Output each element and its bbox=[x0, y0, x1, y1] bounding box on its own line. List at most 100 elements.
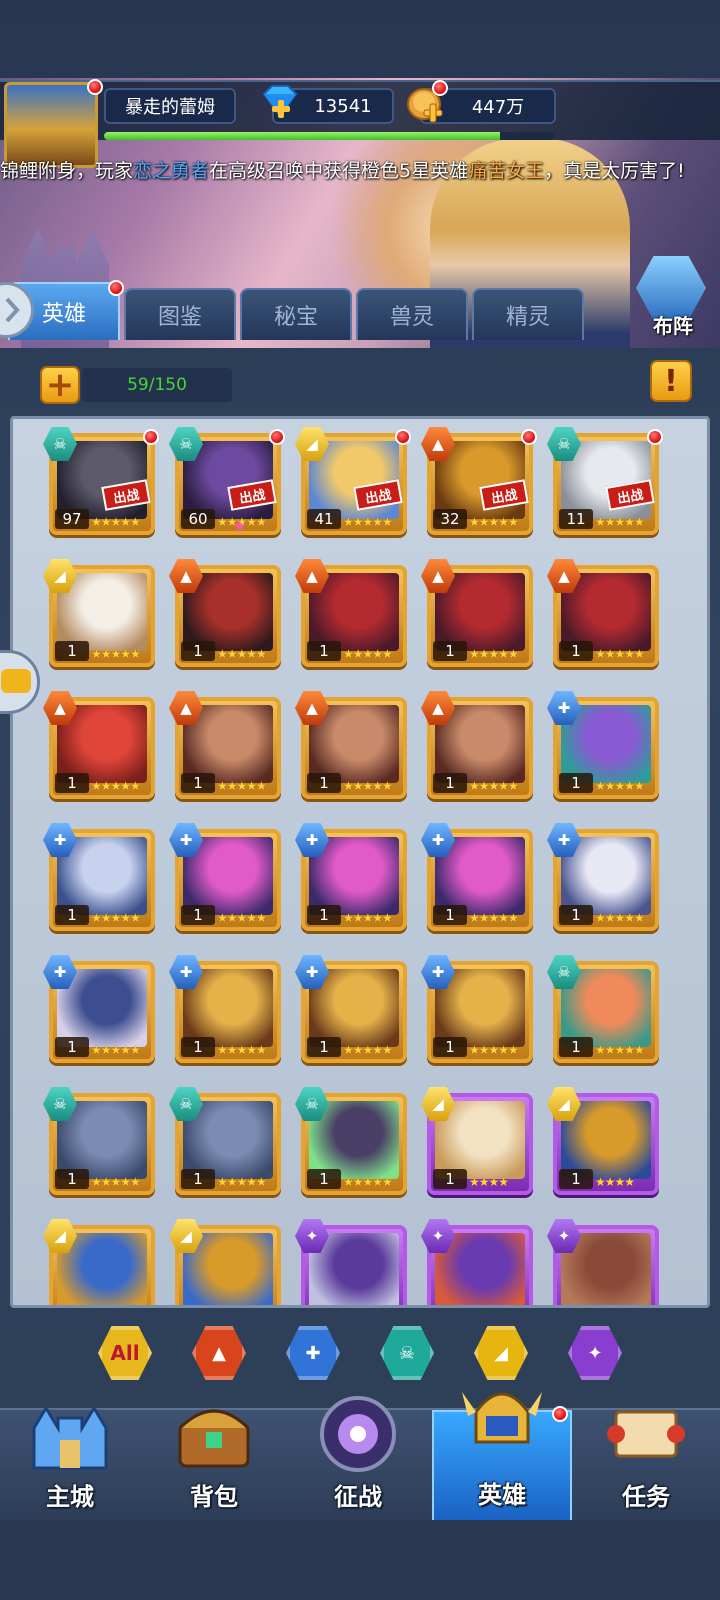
hero-card[interactable]: ☠ 1 ★★★★★ bbox=[43, 1087, 155, 1195]
lineup-label: 布阵 bbox=[653, 314, 693, 338]
hero-card[interactable]: ◢ 1 ★★★★ bbox=[547, 1087, 659, 1195]
tab-beast-spirit[interactable]: 兽灵 bbox=[356, 288, 468, 340]
hero-stars: ★★★★★ bbox=[343, 515, 393, 529]
hero-card[interactable]: ▲ 1 ★★★★★ bbox=[43, 691, 155, 799]
nav-tasks[interactable]: 任务 bbox=[576, 1410, 716, 1522]
filter-undead-button[interactable]: ☠ bbox=[380, 1326, 434, 1380]
hero-stars: ★★★★★ bbox=[217, 1175, 267, 1189]
portal-icon bbox=[320, 1396, 396, 1472]
ticker-player-name: 恋之勇者 bbox=[133, 160, 210, 182]
hero-stars: ★★★★★ bbox=[595, 647, 645, 661]
filter-dark-button[interactable]: ✦ bbox=[568, 1326, 622, 1380]
hero-stars: ★★★★★ bbox=[469, 779, 519, 793]
hero-card[interactable]: ☠ 11 ★★★★★ 出战 bbox=[547, 427, 663, 535]
hero-card[interactable]: ▲ 1 ★★★★★ bbox=[295, 691, 407, 799]
helmet-icon bbox=[462, 1392, 542, 1444]
tab-notification-dot bbox=[108, 280, 124, 296]
hero-card[interactable]: ☠ 60 ★★★★★ 出战 ★ bbox=[169, 427, 285, 535]
nav-heroes-label: 英雄 bbox=[478, 1481, 526, 1509]
hero-level: 1 bbox=[433, 773, 467, 793]
scroll-icon bbox=[607, 1410, 685, 1458]
hero-card[interactable]: ☠ 1 ★★★★★ bbox=[295, 1087, 407, 1195]
side-expand-button[interactable] bbox=[0, 282, 34, 338]
hero-card[interactable]: ▲ 32 ★★★★★ 出战 bbox=[421, 427, 537, 535]
hero-level: 1 bbox=[307, 641, 341, 661]
hero-card[interactable]: ◢ bbox=[43, 1219, 155, 1305]
hero-card[interactable]: ▲ 1 ★★★★★ bbox=[421, 691, 533, 799]
hero-level: 1 bbox=[307, 773, 341, 793]
hero-card[interactable]: ▲ 1 ★★★★★ bbox=[295, 559, 407, 667]
nav-backpack[interactable]: 背包 bbox=[144, 1409, 284, 1522]
ticker-text-3: ，真是太厉害了! bbox=[544, 160, 685, 182]
hero-notification-dot bbox=[269, 429, 285, 445]
hero-level: 1 bbox=[55, 905, 89, 925]
hero-card[interactable]: ◢ bbox=[169, 1219, 281, 1305]
hero-card[interactable]: ✚ 1 ★★★★★ bbox=[421, 955, 533, 1063]
hero-tabs: 英雄 图鉴 秘宝 兽灵 精灵 bbox=[0, 280, 720, 342]
hero-card[interactable]: ▲ 1 ★★★★★ bbox=[169, 559, 281, 667]
hero-level: 1 bbox=[181, 773, 215, 793]
hero-card[interactable]: ✦ bbox=[295, 1219, 407, 1305]
hero-level: 1 bbox=[433, 1169, 467, 1189]
tab-treasure[interactable]: 秘宝 bbox=[240, 288, 352, 340]
lineup-button[interactable]: 布阵 bbox=[628, 256, 718, 340]
nav-tasks-label: 任务 bbox=[622, 1483, 670, 1511]
diamond-plus-icon[interactable] bbox=[258, 80, 302, 124]
nav-campaign[interactable]: 征战 bbox=[288, 1396, 428, 1522]
hero-card[interactable]: ☠ 1 ★★★★★ bbox=[547, 955, 659, 1063]
tab-beast-spirit-label: 兽灵 bbox=[389, 305, 434, 330]
hero-notification-dot bbox=[521, 429, 537, 445]
ticker-text-2: 在高级召唤中获得橙色5星英雄 bbox=[209, 160, 469, 182]
hero-stars: ★★★★★ bbox=[469, 515, 519, 529]
nav-main-city[interactable]: 主城 bbox=[0, 1405, 140, 1522]
nav-heroes-notification-dot bbox=[552, 1406, 568, 1422]
hero-level: 1 bbox=[433, 1037, 467, 1057]
player-name[interactable]: 暴走的蕾姆 bbox=[104, 88, 236, 124]
hero-card[interactable]: ◢ 41 ★★★★★ 出战 bbox=[295, 427, 411, 535]
nav-heroes[interactable]: 英雄 bbox=[432, 1392, 572, 1522]
filter-nature-button[interactable]: ✚ bbox=[286, 1326, 340, 1380]
footer-bar bbox=[0, 1520, 720, 1600]
hero-stars: ★★★★★ bbox=[217, 779, 267, 793]
chevron-right-icon bbox=[5, 297, 20, 323]
hero-card[interactable]: ✚ 1 ★★★★★ bbox=[169, 955, 281, 1063]
hero-stars: ★★★★ bbox=[595, 1175, 635, 1189]
hero-level: 1 bbox=[181, 905, 215, 925]
filter-all-button[interactable]: All bbox=[98, 1326, 152, 1380]
expand-slots-button[interactable]: + bbox=[40, 366, 80, 404]
hero-level: 1 bbox=[307, 905, 341, 925]
hero-notification-dot bbox=[143, 429, 159, 445]
hero-card[interactable]: ▲ 1 ★★★★★ bbox=[169, 691, 281, 799]
hero-card[interactable]: ✦ bbox=[421, 1219, 533, 1305]
hero-card[interactable]: ✦ bbox=[547, 1219, 659, 1305]
tab-codex[interactable]: 图鉴 bbox=[124, 288, 236, 340]
hero-level: 1 bbox=[559, 773, 593, 793]
hero-card[interactable]: ✚ 1 ★★★★★ bbox=[295, 955, 407, 1063]
hero-stars: ★★★★★ bbox=[217, 647, 267, 661]
hero-card[interactable]: ☠ 1 ★★★★★ bbox=[169, 1087, 281, 1195]
hero-card[interactable]: ☠ 97 ★★★★★ 出战 bbox=[43, 427, 159, 535]
hero-card[interactable]: ◢ 1 ★★★★ bbox=[421, 1087, 533, 1195]
experience-bar bbox=[104, 132, 554, 140]
hero-card[interactable]: ▲ 1 ★★★★★ bbox=[421, 559, 533, 667]
chat-bubble-icon bbox=[1, 669, 31, 693]
filter-fire-button[interactable]: ▲ bbox=[192, 1326, 246, 1380]
hero-card[interactable]: ✚ 1 ★★★★★ bbox=[295, 823, 407, 931]
tab-codex-label: 图鉴 bbox=[157, 305, 202, 330]
hero-card[interactable]: ✚ 1 ★★★★★ bbox=[169, 823, 281, 931]
hero-card[interactable]: ✚ 1 ★★★★★ bbox=[547, 691, 659, 799]
info-button[interactable]: ! bbox=[650, 360, 692, 402]
hero-card[interactable]: ✚ 1 ★★★★★ bbox=[43, 955, 155, 1063]
tab-elf[interactable]: 精灵 bbox=[472, 288, 584, 340]
hero-notification-dot bbox=[647, 429, 663, 445]
hero-card[interactable]: ▲ 1 ★★★★★ bbox=[547, 559, 659, 667]
hero-stars: ★★★★★ bbox=[91, 647, 141, 661]
tab-treasure-label: 秘宝 bbox=[273, 305, 318, 330]
hero-card[interactable]: ✚ 1 ★★★★★ bbox=[547, 823, 659, 931]
hero-card[interactable]: ✚ 1 ★★★★★ bbox=[43, 823, 155, 931]
hero-card[interactable]: ◢ 1 ★★★★★ bbox=[43, 559, 155, 667]
hero-card[interactable]: ✚ 1 ★★★★★ bbox=[421, 823, 533, 931]
hero-stars: ★★★★★ bbox=[469, 911, 519, 925]
hero-level: 1 bbox=[181, 1037, 215, 1057]
hero-grid[interactable]: ☠ 97 ★★★★★ 出战 ☠ 60 ★★★★★ 出战 ★ ◢ 41 ★★★★★ 出战 ▲ 32 ★★★★★ 出… bbox=[10, 416, 710, 1308]
